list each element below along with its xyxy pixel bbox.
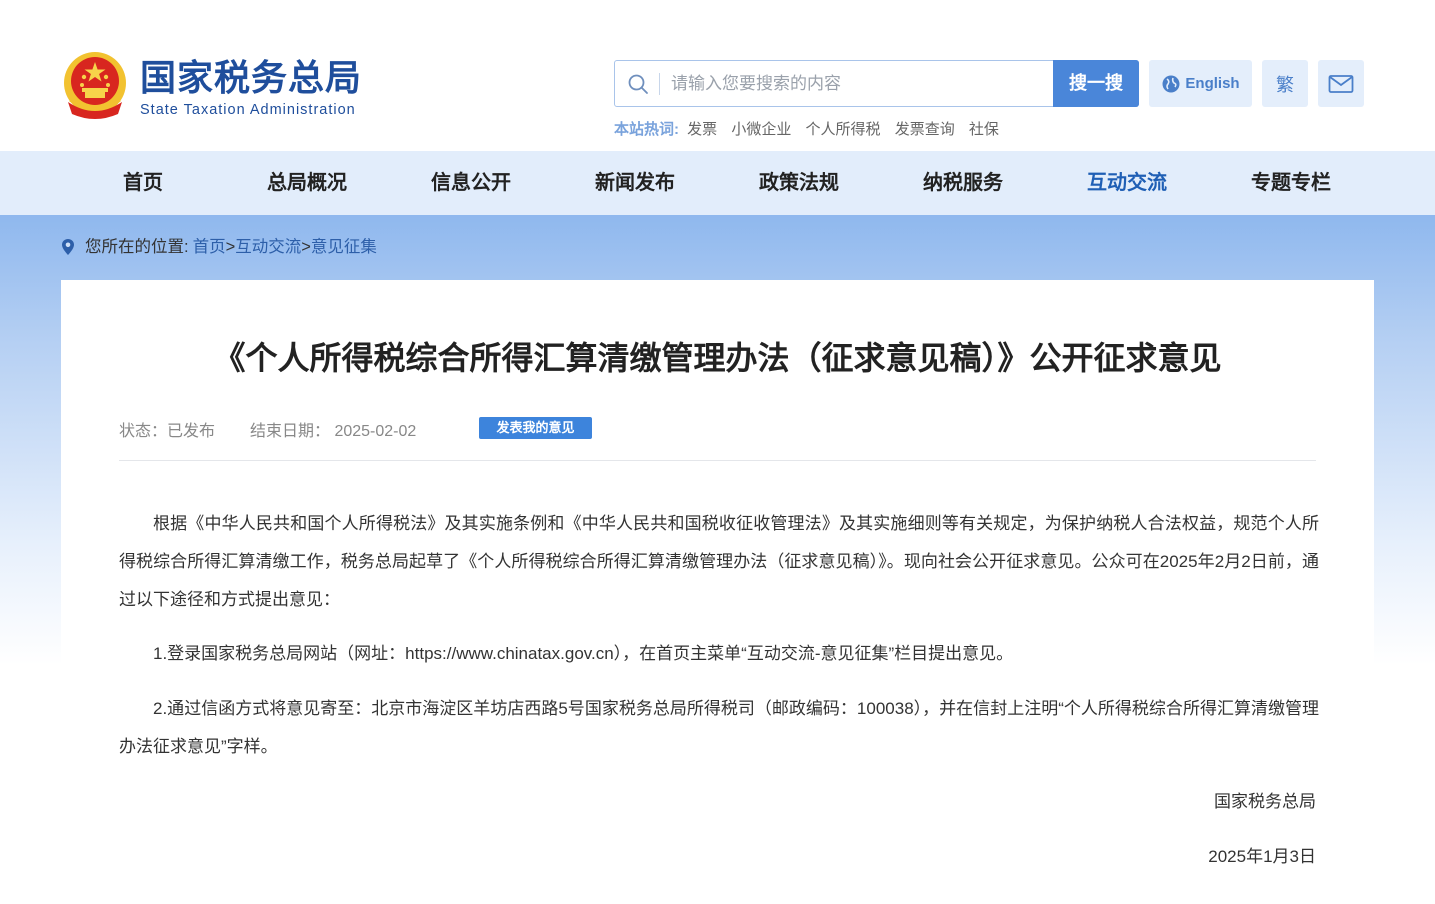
site-header: 国家税务总局 State Taxation Administration 搜一搜… [0,0,1435,151]
nav-item-service[interactable]: 纳税服务 [903,151,1023,215]
hot-word-link[interactable]: 小微企业 [731,121,791,138]
article-title: 《个人所得税综合所得汇算清缴管理办法（征求意见稿）》公开征求意见 [213,340,1222,376]
article-date: 2025年1月3日 [1208,847,1316,866]
article-end-date: 结束日期： 2025-02-02 [250,423,417,440]
submit-opinion-button[interactable]: 发表我的意见 [479,417,592,439]
hot-words-label: 本站热词: [614,121,679,138]
english-button[interactable]: English [1149,60,1252,107]
breadcrumb-link-home[interactable]: 首页 [193,236,226,258]
hot-word-link[interactable]: 个人所得税 [806,121,881,138]
mail-button[interactable] [1318,60,1364,107]
breadcrumb-separator: > [301,238,311,256]
breadcrumb-link-opinion[interactable]: 意见征集 [311,236,377,258]
nav-item-news[interactable]: 新闻发布 [575,151,695,215]
divider [119,460,1316,461]
hot-word-link[interactable]: 发票查询 [895,121,955,138]
nav-item-interaction[interactable]: 互动交流 [1067,151,1187,215]
traditional-chinese-button[interactable]: 繁 [1262,60,1308,107]
mail-icon [1328,74,1354,93]
nav-item-policy[interactable]: 政策法规 [739,151,859,215]
search-icon [628,74,648,94]
article-status: 状态：已发布 [119,423,216,440]
article-paragraph: 1.登录国家税务总局网站（网址：https://www.chinatax.gov… [153,644,1014,663]
search-input[interactable] [671,61,1051,106]
site-title[interactable]: 国家税务总局 [140,56,362,100]
article-paragraph: 2.通过信函方式将意见寄至：北京市海淀区羊坊店西路5号国家税务总局所得税司（邮政… [119,699,1319,756]
nav-item-special[interactable]: 专题专栏 [1231,151,1351,215]
main-nav: 首页 总局概况 信息公开 新闻发布 政策法规 纳税服务 互动交流 专题专栏 [0,151,1435,215]
nav-item-info[interactable]: 信息公开 [411,151,531,215]
hot-words: 本站热词: 发票 小微企业 个人所得税 发票查询 社保 [614,120,1009,140]
article-card: 《个人所得税综合所得汇算清缴管理办法（征求意见稿）》公开征求意见 状态：已发布 … [61,280,1374,904]
search-button[interactable]: 搜一搜 [1053,60,1139,107]
breadcrumb-link-interaction[interactable]: 互动交流 [235,236,301,258]
breadcrumb-separator: > [225,238,236,256]
english-label: English [1185,75,1240,92]
hot-word-link[interactable]: 发票 [687,121,717,138]
hot-word-link[interactable]: 社保 [969,121,999,138]
national-emblem-logo[interactable] [60,50,130,120]
site-subtitle: State Taxation Administration [140,102,356,118]
nav-item-overview[interactable]: 总局概况 [247,151,367,215]
globe-icon [1162,75,1180,92]
search-separator [659,73,660,95]
breadcrumb: 您所在的位置: 首页 > 互动交流 > 意见征集 [60,236,377,258]
breadcrumb-label: 您所在的位置: [85,238,189,256]
article-paragraph: 根据《中华人民共和国个人所得税法》及其实施条例和《中华人民共和国税收征收管理法》… [119,514,1319,609]
nav-item-home[interactable]: 首页 [83,151,203,215]
location-pin-icon [62,239,74,255]
article-signature: 国家税务总局 [1214,792,1316,811]
